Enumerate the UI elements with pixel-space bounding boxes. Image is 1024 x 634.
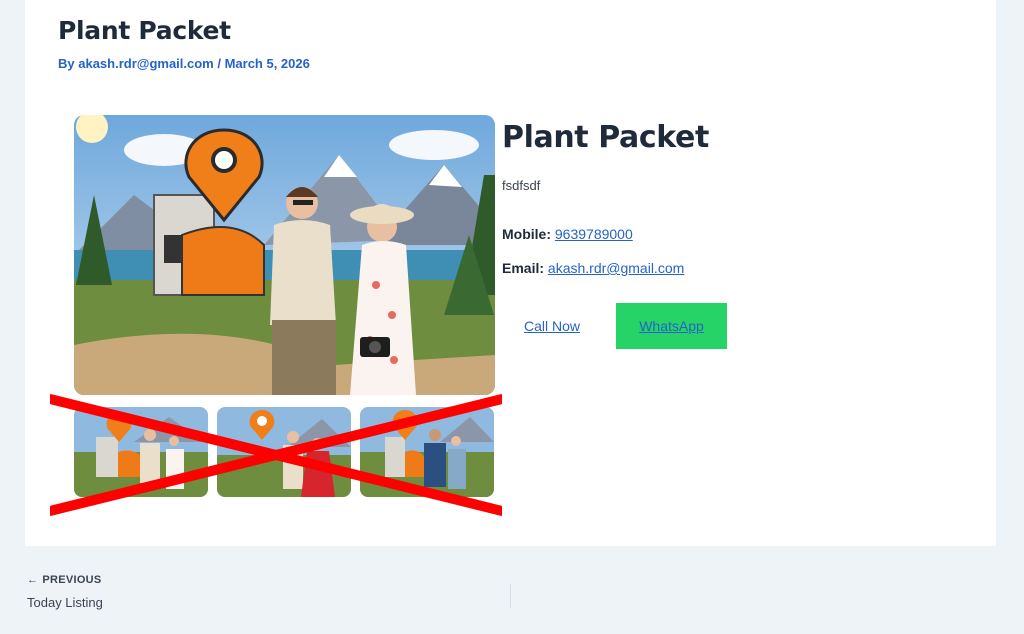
mobile-label: Mobile: (502, 226, 551, 242)
previous-post-link[interactable]: ← PREVIOUS Today Listing (27, 574, 103, 610)
previous-label: ← PREVIOUS (27, 574, 103, 586)
mobile-row: Mobile: 9639789000 (502, 226, 633, 242)
page-title: Plant Packet (58, 16, 231, 45)
gallery-thumbnail[interactable] (74, 407, 208, 497)
mobile-link[interactable]: 9639789000 (555, 226, 633, 242)
gallery-thumbnail[interactable] (360, 407, 494, 497)
listing-description: fsdfsdf (502, 178, 541, 193)
previous-text: PREVIOUS (42, 574, 102, 586)
arrow-left-icon: ← (27, 574, 39, 586)
listing-title: Plant Packet (502, 120, 709, 155)
email-label: Email: (502, 260, 545, 276)
post-author[interactable]: By akash.rdr@gmail.com (58, 56, 214, 71)
post-meta: By akash.rdr@gmail.com / March 5, 2026 (58, 56, 310, 71)
gallery-thumbnail[interactable] (217, 407, 351, 497)
email-row: Email: akash.rdr@gmail.com (502, 260, 684, 276)
call-now-button[interactable]: Call Now (502, 303, 602, 349)
main-gallery-image[interactable] (74, 115, 495, 395)
nav-divider (510, 584, 511, 608)
previous-post-title: Today Listing (27, 595, 103, 610)
whatsapp-button[interactable]: WhatsApp (616, 303, 727, 349)
email-link[interactable]: akash.rdr@gmail.com (548, 260, 684, 276)
post-date[interactable]: March 5, 2026 (225, 56, 310, 71)
meta-separator: / (213, 56, 225, 71)
